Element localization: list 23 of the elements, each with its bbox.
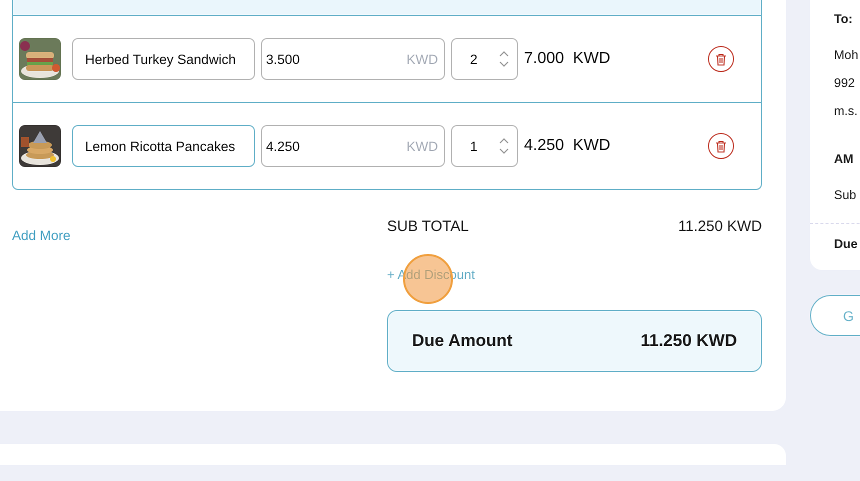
trash-icon: [715, 52, 727, 66]
due-label: Due: [834, 236, 859, 253]
subtotal-label: Sub: [834, 187, 858, 204]
item-name-field[interactable]: Herbed Turkey Sandwich: [72, 38, 255, 80]
quantity-field[interactable]: 2: [451, 38, 518, 80]
line-total: 4.250 KWD: [524, 137, 610, 155]
recipient-detail: 992: [834, 75, 856, 92]
recipient-detail: m.s.: [834, 103, 859, 120]
trash-icon: [715, 140, 727, 152]
delete-button[interactable]: [708, 133, 734, 159]
delete-button[interactable]: [708, 46, 734, 72]
item-name-field[interactable]: Lemon Ricotta Pancakes: [72, 125, 255, 167]
subtotal-value: 11.250 KWD: [678, 218, 762, 235]
amount-heading: AM: [834, 151, 854, 168]
price-field[interactable]: 3.500 KWD: [261, 38, 445, 80]
price-field[interactable]: 4.250 KWD: [261, 125, 445, 167]
subtotal-label: SUB TOTAL: [387, 218, 469, 235]
line-total: 7.000 KWD: [524, 50, 610, 68]
recipient-heading: To:: [834, 11, 854, 28]
quantity-field[interactable]: 1: [451, 125, 518, 167]
recipient-detail: Moh: [834, 47, 860, 64]
due-amount-label: Due Amount: [412, 331, 512, 351]
due-amount-value: 11.250 KWD: [640, 331, 737, 351]
